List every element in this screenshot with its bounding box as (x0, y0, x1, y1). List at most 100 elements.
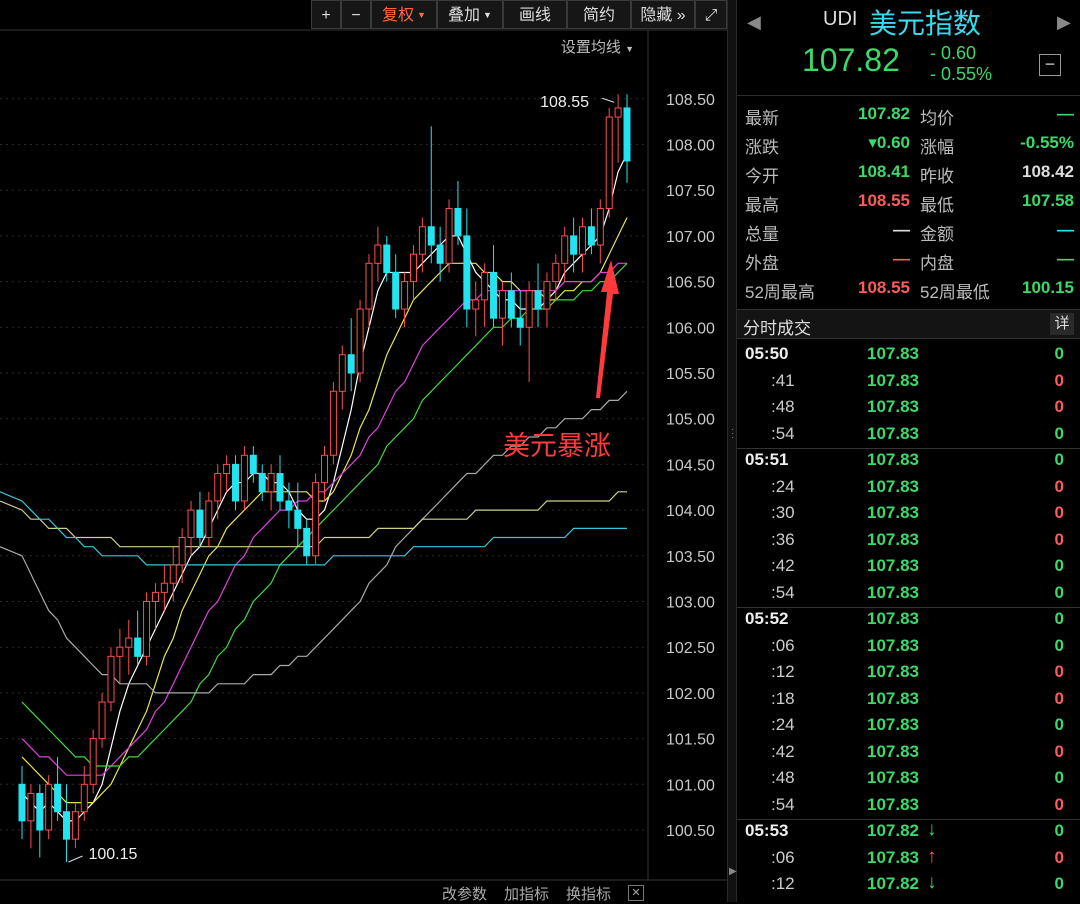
zoom-in-button[interactable]: + (311, 0, 341, 29)
quote-label: 最新 (745, 109, 779, 128)
tick-price: 107.83 (867, 397, 919, 416)
collapse-button[interactable]: − (1039, 54, 1061, 76)
price-change-percent: - 0.55% (930, 64, 993, 84)
tick-price: 107.83 (867, 768, 919, 787)
kline-chart-svg[interactable]: 108.50 108.00 107.50 107.00 106.50 106.00 105.… (0, 0, 727, 902)
candle-up (525, 290, 533, 328)
candle-down (62, 811, 70, 840)
expand-icon[interactable]: ⤢ (695, 0, 727, 29)
tick-price: 107.82 (867, 821, 919, 840)
next-arrow-icon[interactable]: ▶ (1057, 12, 1071, 33)
ticks-detail-button[interactable]: 详 (1050, 313, 1074, 335)
candle-up (160, 582, 168, 593)
close-icon[interactable]: ✕ (628, 885, 644, 901)
candle-up (374, 244, 382, 264)
quote-value: — (893, 220, 910, 239)
tick-volume: 0 (1054, 423, 1064, 443)
quote-label: 内盘 (920, 254, 954, 273)
tick-price: 107.83 (867, 450, 919, 469)
y-tick-label: 104.00 (666, 503, 715, 520)
candle-down (427, 226, 435, 246)
tick-volume: 0 (1054, 529, 1064, 549)
quote-value: — (1057, 220, 1074, 239)
candle-up (596, 207, 604, 246)
candle-up (214, 473, 222, 502)
tick-volume: 0 (1054, 450, 1064, 469)
candle-up (80, 783, 88, 813)
zoom-out-button[interactable]: − (341, 0, 371, 29)
tick-row: :48 107.83 0 (737, 394, 1080, 420)
candle-up (481, 271, 489, 301)
caret-down-icon: ▼ (625, 44, 634, 54)
tick-price: 107.83 (867, 662, 919, 681)
candle-up (169, 564, 177, 584)
candle-up (605, 116, 613, 209)
candle-down (134, 637, 142, 657)
tick-row: :42 107.83 0 (737, 553, 1080, 579)
price-change: - 0.60 (930, 43, 977, 63)
tick-price: 107.83 (867, 847, 919, 867)
tick-row: :06 107.83 ↑ 0 (737, 845, 1080, 871)
add-indicator-button[interactable]: 加指标 (504, 883, 549, 904)
tick-volume: 0 (1054, 874, 1064, 893)
double-chevron-right-icon: » (676, 7, 686, 24)
tick-volume: 0 (1054, 847, 1064, 867)
tick-price: 107.83 (867, 556, 919, 575)
candle-down (436, 244, 444, 264)
candle-up (45, 783, 53, 831)
candle-up (445, 207, 453, 264)
candle-down (516, 317, 524, 328)
tick-row: :54 107.83 0 (737, 580, 1080, 606)
candle-down (303, 527, 311, 557)
quote-label: 最低 (920, 196, 954, 215)
overlay-button[interactable]: 叠加 ▼ (437, 0, 503, 29)
quote-value: — (1057, 104, 1074, 123)
candle-up (329, 390, 337, 456)
tick-volume: 0 (1054, 741, 1064, 761)
candle-up (356, 308, 364, 374)
panel-splitter[interactable]: · · · ▶ (727, 0, 737, 902)
candle-down (54, 783, 62, 813)
y-tick-label: 106.00 (666, 320, 715, 337)
tick-price: 107.82 (867, 874, 919, 893)
hide-button[interactable]: 隐藏 » (631, 0, 695, 29)
tick-volume: 0 (1054, 609, 1064, 628)
candle-up (240, 454, 248, 502)
candle-down (276, 473, 284, 502)
tick-volume: 0 (1054, 556, 1064, 575)
simple-mode-button[interactable]: 简约 (567, 0, 631, 29)
ticks-header: 分时成交 详 (737, 309, 1080, 339)
tick-row: 05:53 107.82 ↓ 0 (737, 818, 1080, 844)
kline-chart-area[interactable]: 108.50 108.00 107.50 107.00 106.50 106.00 105.… (0, 0, 727, 904)
candle-up (321, 454, 328, 484)
tick-time: :41 (771, 370, 795, 390)
quote-value: 100.15 (1022, 278, 1074, 297)
prev-arrow-icon[interactable]: ◀ (747, 12, 761, 33)
edit-params-button[interactable]: 改参数 (442, 883, 487, 904)
y-tick-label: 103.00 (666, 595, 715, 612)
tick-time: :06 (771, 847, 795, 867)
collapse-arrow-icon[interactable]: ▶ (729, 866, 737, 877)
tick-time: :54 (771, 794, 795, 814)
tick-time: :24 (771, 476, 795, 496)
tick-price: 107.83 (867, 741, 919, 761)
tick-volume: 0 (1054, 635, 1064, 655)
candle-down (249, 454, 257, 475)
ma-settings-dropdown[interactable]: 设置均线 ▼ (561, 36, 634, 57)
draw-line-button[interactable]: 画线 (503, 0, 567, 29)
tick-row: :24 107.83 0 (737, 712, 1080, 738)
candle-up (579, 226, 587, 255)
tick-volume: 0 (1054, 476, 1064, 496)
candle-up (472, 299, 480, 310)
change-indicator-button[interactable]: 换指标 (566, 883, 611, 904)
candle-down (36, 792, 44, 831)
tick-time: :54 (771, 582, 795, 602)
tick-volume: 0 (1054, 715, 1064, 734)
symbol-code: UDI (823, 8, 858, 30)
tick-time: :42 (771, 556, 795, 575)
tick-time: :24 (771, 715, 795, 734)
fuquan-button[interactable]: 复权 ▼ (371, 0, 437, 29)
tick-time: :54 (771, 423, 795, 443)
quote-value: 108.42 (1022, 162, 1074, 181)
tick-price: 107.83 (867, 609, 919, 628)
